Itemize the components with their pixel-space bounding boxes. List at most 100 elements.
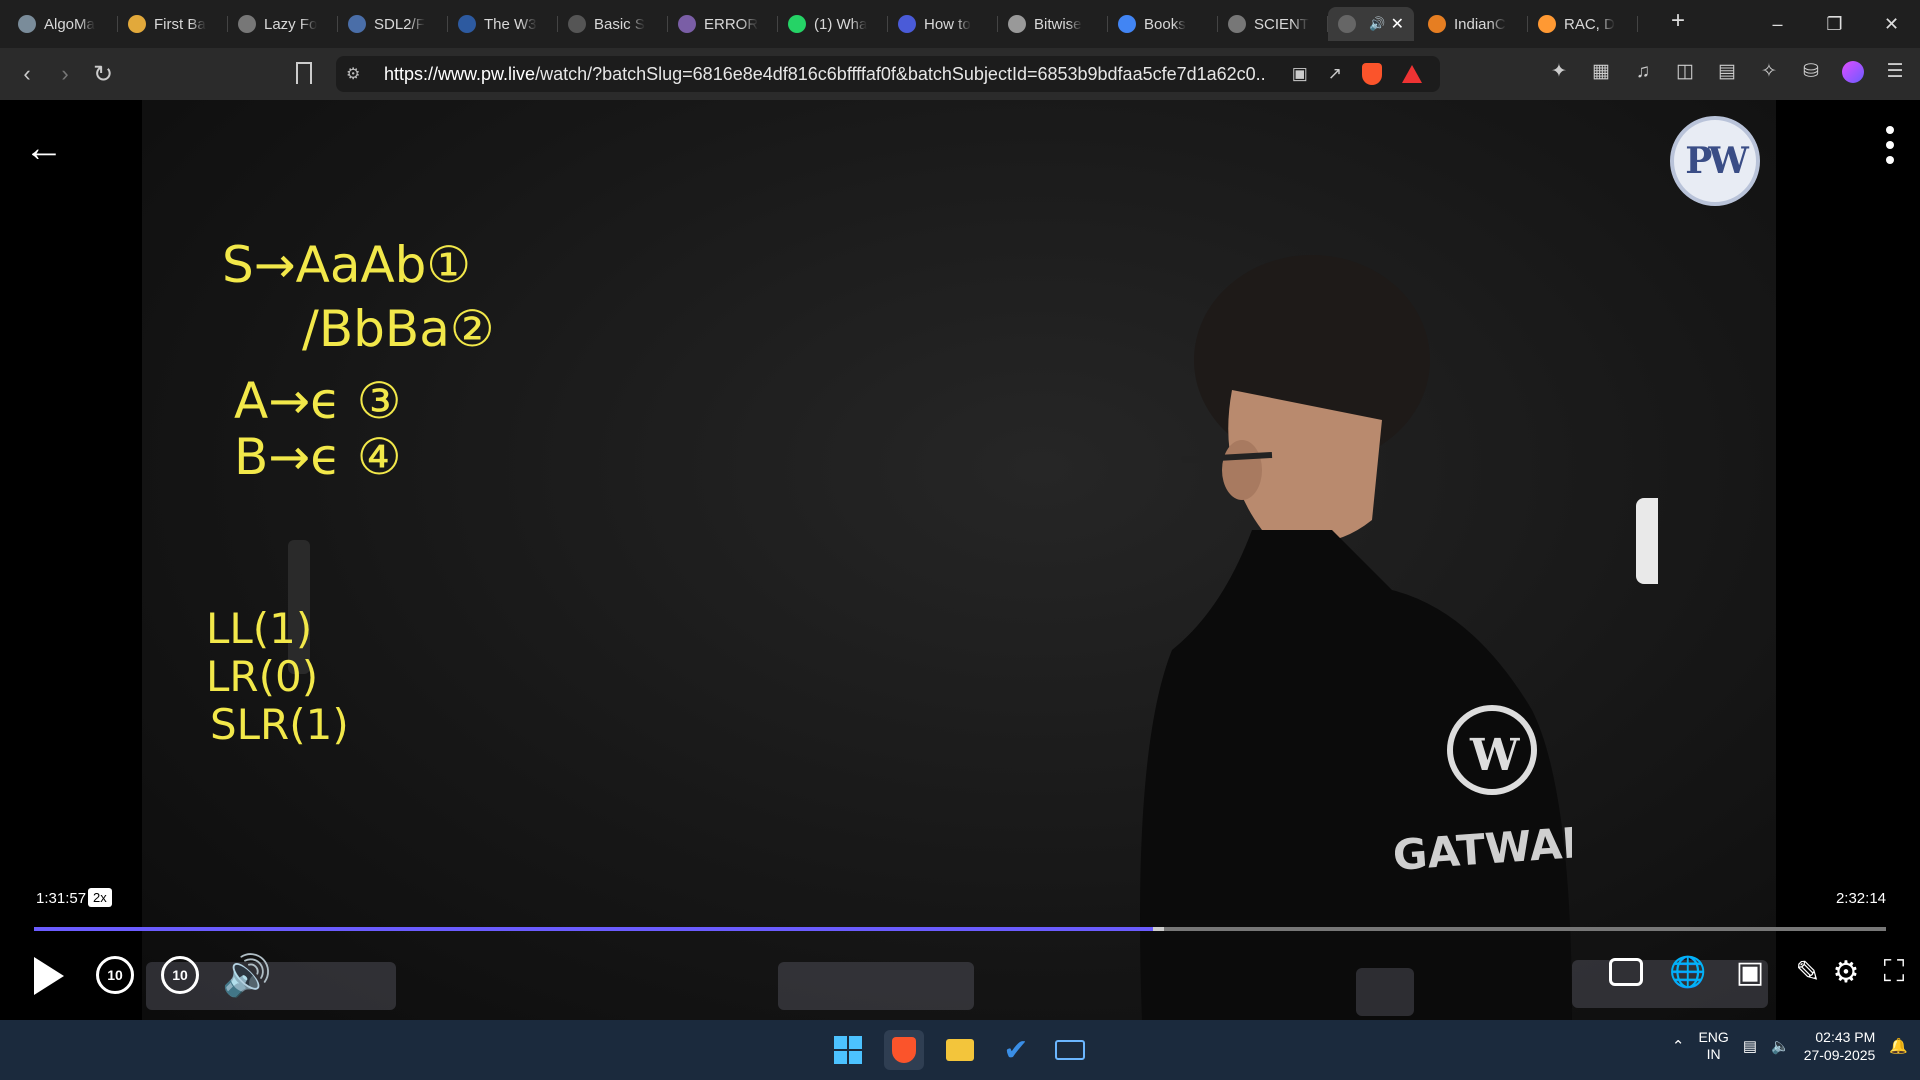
tab-title: SCIENT [1254, 15, 1310, 33]
browser-tab[interactable]: RAC, D [1528, 7, 1638, 41]
seek-bar[interactable] [34, 927, 1886, 931]
notification-icon[interactable]: 🔔 [1889, 1037, 1908, 1055]
notes-icon[interactable]: ✎ [1788, 952, 1828, 992]
right-toolbar-handle[interactable] [1636, 498, 1658, 584]
brave-shields-icon[interactable] [1362, 63, 1382, 85]
share-icon[interactable]: ↗ [1328, 64, 1342, 84]
forward-10-icon[interactable]: 10 [161, 956, 199, 994]
language-indicator[interactable]: ENG IN [1698, 1029, 1728, 1064]
board-line-7: SLR(1) [210, 700, 349, 749]
tab-title: Lazy Fo [264, 15, 318, 33]
brave-taskbar-icon[interactable] [884, 1030, 924, 1070]
indian-icon [1428, 15, 1446, 33]
doc-icon [568, 15, 586, 33]
total-time: 2:32:14 [1835, 890, 1886, 907]
tab-title: Books [1144, 15, 1186, 33]
tab-title: (1) Wha [814, 15, 868, 33]
browser-tab[interactable]: Bitwise [998, 7, 1108, 41]
address-bar-actions: ▣ ↗ [1292, 63, 1422, 85]
forward-nav-icon[interactable]: › [46, 61, 84, 87]
close-tab-icon[interactable]: ✕ [1391, 14, 1404, 34]
tray-overflow-icon[interactable]: ⌃ [1672, 1037, 1685, 1055]
cast-icon[interactable]: ▣ [1292, 64, 1308, 84]
bookmark-icon[interactable] [296, 62, 312, 84]
playback-speed-badge[interactable]: 2x [88, 888, 112, 907]
menu-icon[interactable]: ☰ [1884, 60, 1906, 83]
vpn-icon[interactable]: ⛁ [1800, 60, 1822, 83]
error-icon [678, 15, 696, 33]
reload-icon[interactable]: ↻ [84, 60, 122, 89]
sdl-icon [348, 15, 366, 33]
profile-avatar[interactable] [1842, 60, 1864, 83]
board-line-6: LR(0) [206, 652, 319, 701]
sidebar-icon[interactable]: ◫ [1674, 60, 1696, 83]
clock[interactable]: 02:43 PM 27-09-2025 [1804, 1028, 1876, 1064]
algomaster-icon [18, 15, 36, 33]
india-flag-icon [1538, 15, 1556, 33]
tab-title: RAC, D [1564, 15, 1615, 33]
captions-icon[interactable] [1606, 952, 1646, 992]
player-back-icon[interactable]: ← [24, 126, 64, 171]
start-icon[interactable] [828, 1030, 868, 1070]
tab-title: The W3 [484, 15, 537, 33]
browser-tab[interactable]: First Ba [118, 7, 228, 41]
browser-tab[interactable]: SDL2/F [338, 7, 448, 41]
globe-icon [238, 15, 256, 33]
browser-tab[interactable]: 🔊 ✕ [1328, 7, 1414, 41]
w3c-icon [458, 15, 476, 33]
volume-icon[interactable]: 🔊 [222, 952, 272, 999]
address-bar[interactable]: ⚙ https://www.pw.live/watch/?batchSlug=6… [336, 56, 1440, 92]
translate-icon[interactable]: 🌐 [1668, 952, 1708, 992]
browser-toolbar: ✦ ▦ ♫ ◫ ▤ ✧ ⛁ ☰ [1548, 60, 1906, 83]
browser-tab[interactable]: How to [888, 7, 998, 41]
pip-icon[interactable]: ▣ [1730, 952, 1770, 992]
annotation-toolbar-center [778, 962, 974, 1010]
board-line-2: /BbBa② [302, 300, 495, 358]
keyboard-icon[interactable] [1050, 1030, 1090, 1070]
browser-tab[interactable]: Basic S [558, 7, 668, 41]
tab-audio-icon[interactable]: 🔊 [1369, 16, 1385, 32]
browser-tab[interactable]: SCIENT [1218, 7, 1328, 41]
tab-title: How to [924, 15, 971, 33]
play-icon[interactable] [34, 957, 64, 995]
player-menu-icon[interactable] [1886, 126, 1894, 164]
audio-playing-icon [1338, 15, 1356, 33]
media-icon[interactable]: ♫ [1632, 61, 1654, 83]
network-icon[interactable]: ▤ [1743, 1037, 1757, 1055]
shirt-logo-text: W [1469, 730, 1520, 781]
camera-dock [1356, 968, 1414, 1016]
fullscreen-icon[interactable]: ⛶ [1874, 952, 1914, 992]
browser-tab[interactable]: IndianC [1418, 7, 1528, 41]
browser-tab[interactable]: (1) Wha [778, 7, 888, 41]
todo-icon[interactable]: ✔ [996, 1030, 1036, 1070]
brave-rewards-icon[interactable] [1402, 65, 1422, 83]
windows-taskbar: ✔ ⌃ ENG IN ▤ 🔈 02:43 PM 27-09-2025 🔔 [0, 1020, 1920, 1080]
browser-tab[interactable]: ERROR [668, 7, 778, 41]
played-bar [34, 927, 1153, 931]
browser-tab[interactable]: Books [1108, 7, 1218, 41]
extensions-icon[interactable]: ✦ [1548, 60, 1570, 83]
file-explorer-icon[interactable] [940, 1030, 980, 1070]
browser-tab[interactable]: The W3 [448, 7, 558, 41]
browser-tab[interactable]: AlgoMa [8, 7, 118, 41]
new-tab-button[interactable]: + [1658, 7, 1698, 35]
rewind-10-icon[interactable]: 10 [96, 956, 134, 994]
wallet-icon[interactable]: ▤ [1716, 60, 1738, 83]
back-nav-icon[interactable]: ‹ [8, 61, 46, 87]
speaker-icon[interactable]: 🔈 [1771, 1037, 1790, 1055]
leo-ai-icon[interactable]: ✧ [1758, 60, 1780, 83]
tab-title: First Ba [154, 15, 206, 33]
url-text[interactable]: https://www.pw.live/watch/?batchSlug=681… [384, 64, 1264, 85]
google-icon [1118, 15, 1136, 33]
bitwise-icon [1008, 15, 1026, 33]
restore-icon[interactable]: ❐ [1806, 0, 1863, 48]
settings-icon[interactable]: ⚙ [1826, 952, 1866, 992]
video-player[interactable]: S→AaAb① /BbBa② A→ϵ ③ B→ϵ ④ LL(1) LR(0) S… [0, 100, 1920, 1020]
whatsapp-icon [788, 15, 806, 33]
site-settings-icon[interactable]: ⚙ [346, 64, 360, 84]
minimize-icon[interactable]: – [1749, 0, 1806, 48]
page-search-icon[interactable]: ▦ [1590, 60, 1612, 83]
close-window-icon[interactable]: ✕ [1863, 0, 1920, 48]
tab-title: ERROR [704, 15, 759, 33]
browser-tab[interactable]: Lazy Fo [228, 7, 338, 41]
